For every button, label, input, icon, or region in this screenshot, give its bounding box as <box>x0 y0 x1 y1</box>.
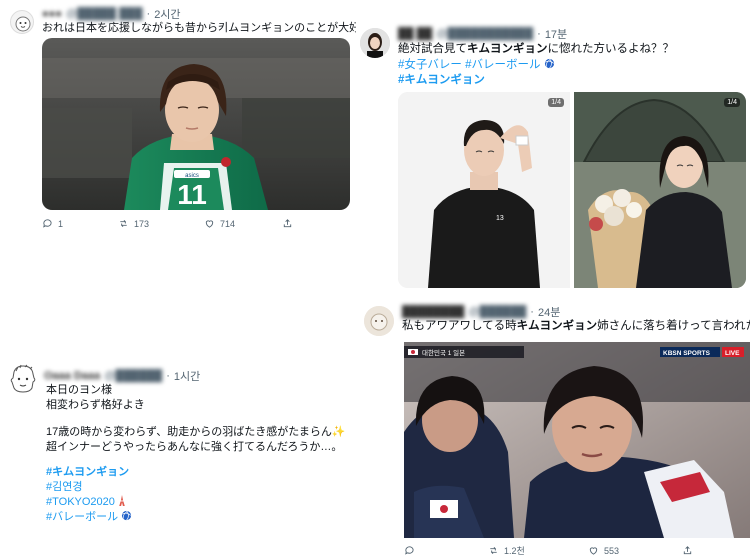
display-name[interactable]: ██ ██ <box>398 28 432 40</box>
reply-icon <box>405 546 414 555</box>
retweet-count: 1.2천 <box>504 546 525 556</box>
retweet-count: 173 <box>134 218 150 229</box>
handle[interactable]: @██████ <box>468 306 526 318</box>
tweet-card-4[interactable]: ████████ @██████ · 24분 私もアワアワしてる時キムヨンギョン… <box>356 300 750 556</box>
hashtag-links[interactable]: #女子バレー #バレーボール <box>398 59 541 71</box>
hashtag-kim[interactable]: #キムヨンギョン <box>398 72 485 88</box>
like-count: 714 <box>220 218 236 229</box>
like-button[interactable]: 714 <box>204 218 282 229</box>
timestamp[interactable]: 1시간 <box>174 368 200 384</box>
handle[interactable]: @█████ ███ <box>66 8 143 20</box>
volleyball-icon <box>544 58 554 69</box>
tweet-text: おれは日本を応援しながらも昔から키ムヨンギョンのことが大好きなんよ <box>42 22 366 34</box>
svg-text:13: 13 <box>496 215 504 222</box>
heart-icon <box>205 220 214 228</box>
reply-count: 1 <box>58 218 64 229</box>
share-button[interactable] <box>282 218 293 229</box>
display-name[interactable]: ●●● <box>42 8 62 20</box>
avatar[interactable] <box>10 10 34 34</box>
separator-dot: · <box>537 28 541 40</box>
tweet-text-line-4: 超インナーどうやったらあんなに強く打てるんだろうか…。 <box>46 441 343 453</box>
reply-button[interactable] <box>404 545 488 556</box>
text-segment: に惚れた方いるよね？？ <box>547 43 675 55</box>
avatar[interactable] <box>6 362 40 396</box>
volleyball-icon <box>122 510 132 521</box>
text-segment: 姉さんに落ち着けって言われたい <box>597 320 750 332</box>
hashtag-korean[interactable]: #김연경 <box>46 479 82 495</box>
tweet-text-line-3: 17歳の時から変わらず、助走からの羽ばたき感がたまらん✨ <box>46 426 346 438</box>
tweet-card-2[interactable]: ██ ██ @███████████ · 17분 絶対試合見てキムヨンギョンに惚… <box>356 20 750 296</box>
display-name[interactable]: Oaaa Daaa <box>44 370 100 382</box>
reply-button[interactable]: 1 <box>42 218 118 229</box>
hashtags[interactable]: #女子バレー #バレーボール <box>398 57 555 73</box>
retweet-button[interactable]: 1.2천 <box>488 544 588 556</box>
broadcaster-logo: KBSN SPORTS <box>663 350 711 357</box>
tweet-video[interactable]: 대한민국 1 일본 KBSN SPORTS LIVE <box>404 342 750 538</box>
separator-dot: · <box>166 370 170 382</box>
svg-text:11: 11 <box>177 179 207 210</box>
share-icon <box>683 546 692 555</box>
like-button[interactable]: 553 <box>588 545 682 556</box>
separator-dot: · <box>146 8 151 20</box>
avatar[interactable] <box>364 306 394 336</box>
text-bold-name: キムヨンギョン <box>516 320 598 332</box>
like-count: 553 <box>604 545 620 556</box>
reply-icon <box>43 219 52 228</box>
display-name[interactable]: ████████ <box>402 306 464 318</box>
photo-grid[interactable]: 13 1/4 1/4 <box>398 92 746 288</box>
hashtag-link[interactable]: #TOKYO2020 <box>46 496 115 508</box>
tweet-photo[interactable]: 11 asics <box>42 38 350 210</box>
tweet-card-1[interactable]: ●●● @█████ ███ · 2시간 おれは日本を応援しながらも昔から키ムヨ… <box>0 0 366 240</box>
handle[interactable]: @██████ <box>104 370 162 382</box>
live-badge: LIVE <box>725 350 740 357</box>
tweet-text-line-1: 本日のヨン様 <box>46 384 112 396</box>
text-segment: 私もアワアワしてる時 <box>402 320 517 332</box>
separator-dot: · <box>530 306 534 318</box>
retweet-icon <box>490 546 497 555</box>
hashtag-link[interactable]: #バレーボール <box>46 511 118 523</box>
share-button[interactable] <box>682 545 693 556</box>
photo-counter-badge: 1/4 <box>724 98 740 107</box>
text-bold-name: キムヨンギョン <box>467 43 548 55</box>
photo-counter-badge: 1/4 <box>548 98 564 107</box>
tweet-card-3[interactable]: Oaaa Daaa @██████ · 1시간 本日のヨン様 相変わらず格好よき… <box>0 352 366 556</box>
tweet-photo-1[interactable]: 13 1/4 <box>398 92 570 288</box>
tweet-text-line-2: 相変わらず格好よき <box>46 399 145 411</box>
tokyo-tower-icon <box>119 495 125 506</box>
tweet-photo-2[interactable]: 1/4 <box>574 92 746 288</box>
share-icon <box>283 219 292 228</box>
tweet-text: 絶対試合見てキムヨンギョンに惚れた方いるよね？？ <box>398 41 674 57</box>
score-overlay: 대한민국 1 일본 <box>422 348 465 357</box>
svg-text:asics: asics <box>185 173 199 179</box>
tweet-text: 私もアワアワしてる時キムヨンギョン姉さんに落ち着けって言われたい <box>402 318 750 334</box>
hashtag-volleyball[interactable]: #バレーボール <box>46 509 132 525</box>
heart-icon <box>589 547 598 555</box>
timestamp[interactable]: 17분 <box>545 26 567 42</box>
handle[interactable]: @███████████ <box>436 28 533 40</box>
avatar[interactable] <box>360 28 390 58</box>
retweet-icon <box>120 219 127 228</box>
hashtag-kim[interactable]: #キムヨンギョン <box>46 464 129 480</box>
text-segment: 絶対試合見て <box>398 43 467 55</box>
hashtag-tokyo[interactable]: #TOKYO2020 <box>46 494 126 510</box>
retweet-button[interactable]: 173 <box>118 218 204 229</box>
